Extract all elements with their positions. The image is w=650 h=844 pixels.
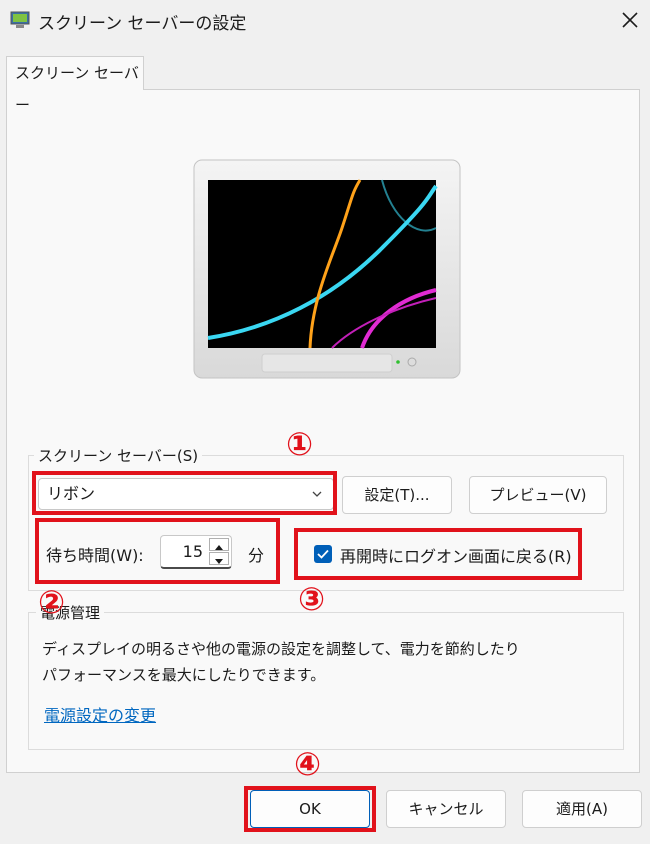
monitor-app-icon [10, 11, 30, 28]
tab-screensaver[interactable]: スクリーン セーバー [6, 56, 144, 114]
annotation-number-1: ① [286, 425, 314, 463]
power-settings-link[interactable]: 電源設定の変更 [44, 702, 156, 726]
preview-button[interactable]: プレビュー(V) [469, 476, 607, 514]
annotation-number-4: ④ [294, 745, 322, 783]
power-description-line2: パフォーマンスを最大にしたりできます。 [42, 666, 326, 684]
screensaver-group-label: スクリーン セーバー(S) [34, 445, 203, 466]
settings-button[interactable]: 設定(T)... [342, 476, 452, 514]
close-icon[interactable] [618, 8, 642, 32]
annotation-number-2: ② [38, 583, 66, 621]
annotation-box-resume-logon [294, 528, 582, 580]
annotation-box-wait-time [35, 518, 280, 584]
screensaver-preview-monitor [193, 159, 461, 379]
window-title: スクリーン セーバーの設定 [38, 14, 247, 34]
power-description-line1: ディスプレイの明るさや他の電源の設定を調整して、電力を節約したり [42, 640, 520, 658]
apply-button[interactable]: 適用(A) [522, 790, 642, 828]
annotation-box-screensaver-select [32, 471, 337, 515]
annotation-number-3: ③ [298, 580, 326, 618]
annotation-box-ok [244, 786, 376, 832]
cancel-button[interactable]: キャンセル [386, 790, 506, 828]
